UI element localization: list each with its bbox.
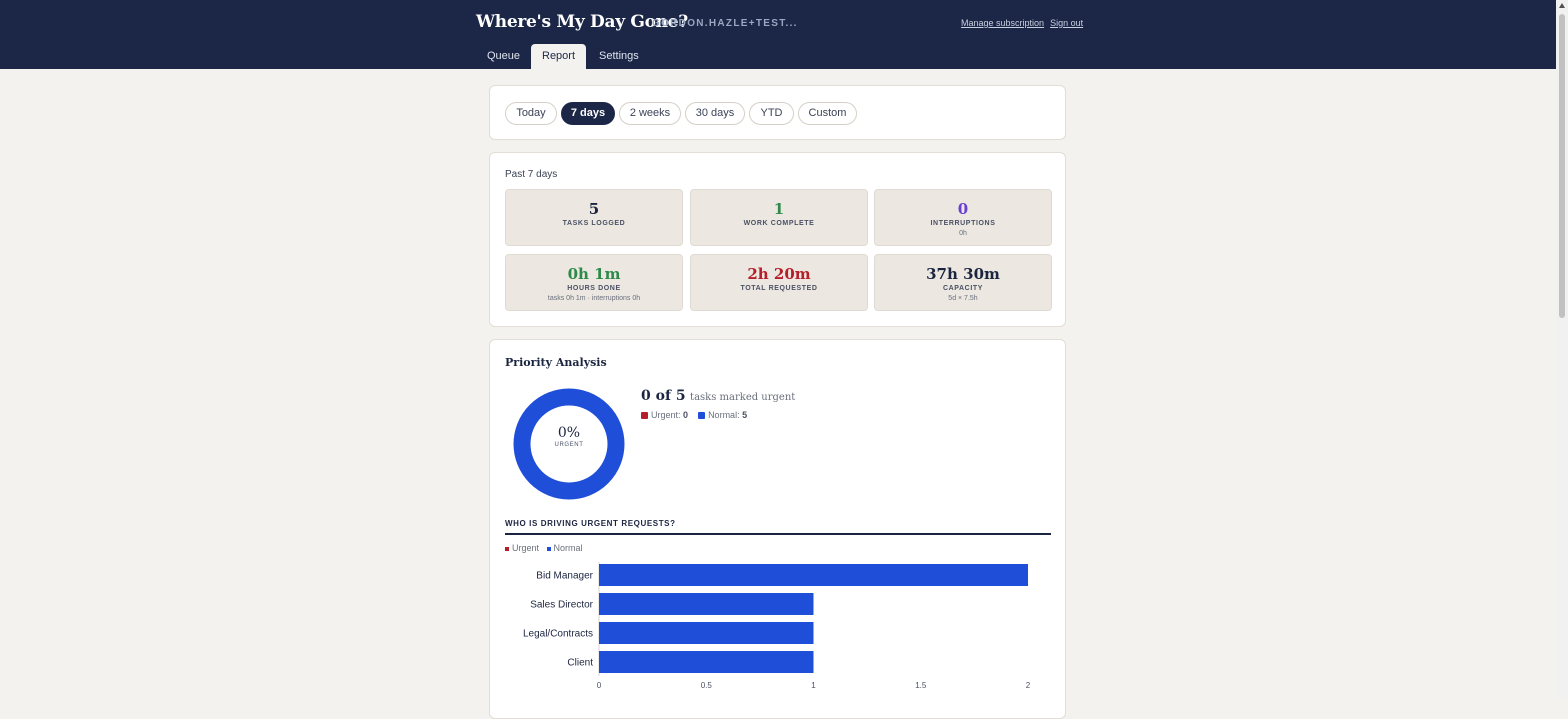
app-header: Where's My Day Gone? GORDON.HAZLE+TEST..… [0,0,1568,69]
stat-value: 37h 30m [926,265,1000,283]
legend-normal-label: Normal [553,543,583,553]
tab-settings[interactable]: Settings [588,44,650,69]
stat-interruptions: 0 INTERRUPTIONS 0h [874,189,1052,246]
x-tick-label: 0.5 [701,681,713,690]
scroll-up-arrow-icon[interactable] [1559,3,1565,8]
bar-normal[interactable] [599,593,814,615]
range-ytd-button[interactable]: YTD [749,102,794,125]
urgent-drivers-bar-chart: Bid Manager Sales Director Legal/Contracts… [523,562,1031,690]
x-tick-label: 2 [1026,681,1031,690]
manage-subscription-link[interactable]: Manage subscription [961,18,1044,28]
range-7days-button[interactable]: 7 days [561,102,615,125]
urgent-drivers-heading: WHO IS DRIVING URGENT REQUESTS? [505,519,1051,535]
stat-sub: tasks 0h 1m · interruptions 0h [547,295,641,302]
range-filter-card: Today 7 days 2 weeks 30 days YTD Custom [489,85,1066,140]
urgent-legend-swatch-icon [505,546,509,551]
category-label: Client [567,658,593,669]
urgent-legend-label: Urgent: [651,410,681,420]
stat-value: 0h 1m [567,265,621,283]
priority-analysis-card: Priority Analysis 0% URGENT 0 of 5 tasks… [489,339,1066,719]
tab-queue[interactable]: Queue [476,44,531,69]
stat-value: 1 [773,200,785,218]
stat-value: 2h 20m [747,265,811,283]
x-tick-label: 1.5 [915,681,927,690]
bar-normal[interactable] [599,651,814,673]
stat-label: WORK COMPLETE [743,220,815,227]
page-scrollbar[interactable] [1556,0,1568,698]
summary-card: Past 7 days 5 TASKS LOGGED 1 WORK COMPLE… [489,152,1066,327]
normal-swatch-icon [698,412,706,420]
category-label: Legal/Contracts [523,629,593,640]
donut-label: URGENT [554,442,584,448]
stat-value: 0 [957,200,969,218]
category-label: Bid Manager [536,571,593,582]
priority-legend: Urgent: 0 Normal: 5 [641,410,747,420]
stat-total-requested: 2h 20m TOTAL REQUESTED [690,254,868,311]
urgent-summary-count: 0 of 5 [641,388,686,404]
header-links: Manage subscription Sign out [961,18,1089,28]
scroll-thumb[interactable] [1559,14,1565,318]
range-today-button[interactable]: Today [505,102,557,125]
stat-label: TOTAL REQUESTED [740,285,818,292]
normal-legend-swatch-icon [546,546,551,551]
range-2weeks-button[interactable]: 2 weeks [619,102,681,125]
normal-legend-label: Normal: [708,410,740,420]
legend-urgent-label: Urgent [512,543,540,553]
category-label: Sales Director [530,600,593,611]
stat-sub: 5d × 7.5h [948,295,978,302]
stat-hours-done: 0h 1m HOURS DONE tasks 0h 1m · interrupt… [505,254,683,311]
x-tick-label: 0 [597,681,602,690]
urgent-swatch-icon [641,412,648,420]
stat-label: TASKS LOGGED [562,220,626,227]
sign-out-link[interactable]: Sign out [1050,18,1083,28]
user-email: GORDON.HAZLE+TEST... [652,18,798,29]
tab-report[interactable]: Report [531,44,587,69]
urgent-legend-count: 0 [683,410,689,420]
stat-tasks-logged: 5 TASKS LOGGED [505,189,683,246]
donut-percent: 0% [557,425,581,441]
urgent-summary: 0 of 5 tasks marked urgent [641,387,795,405]
stat-label: INTERRUPTIONS [930,220,996,227]
stat-capacity: 37h 30m CAPACITY 5d × 7.5h [874,254,1052,311]
stat-sub: 0h [959,230,967,237]
period-label: Past 7 days [505,169,558,180]
stat-label: HOURS DONE [567,285,621,292]
range-custom-button[interactable]: Custom [798,102,857,125]
urgent-donut-chart: 0% URGENT [513,388,625,500]
urgent-summary-text: tasks marked urgent [690,392,796,403]
stat-value: 5 [588,200,600,218]
bar-normal[interactable] [599,564,1028,586]
stat-work-complete: 1 WORK COMPLETE [690,189,868,246]
bar-chart-legend: Urgent Normal [505,543,583,553]
normal-legend-count: 5 [742,410,748,420]
x-tick-label: 1 [811,681,816,690]
donut-center: 0% URGENT [513,425,625,448]
stat-label: CAPACITY [942,285,984,292]
priority-title: Priority Analysis [505,356,607,369]
range-30days-button[interactable]: 30 days [685,102,745,125]
bar-normal[interactable] [599,622,814,644]
